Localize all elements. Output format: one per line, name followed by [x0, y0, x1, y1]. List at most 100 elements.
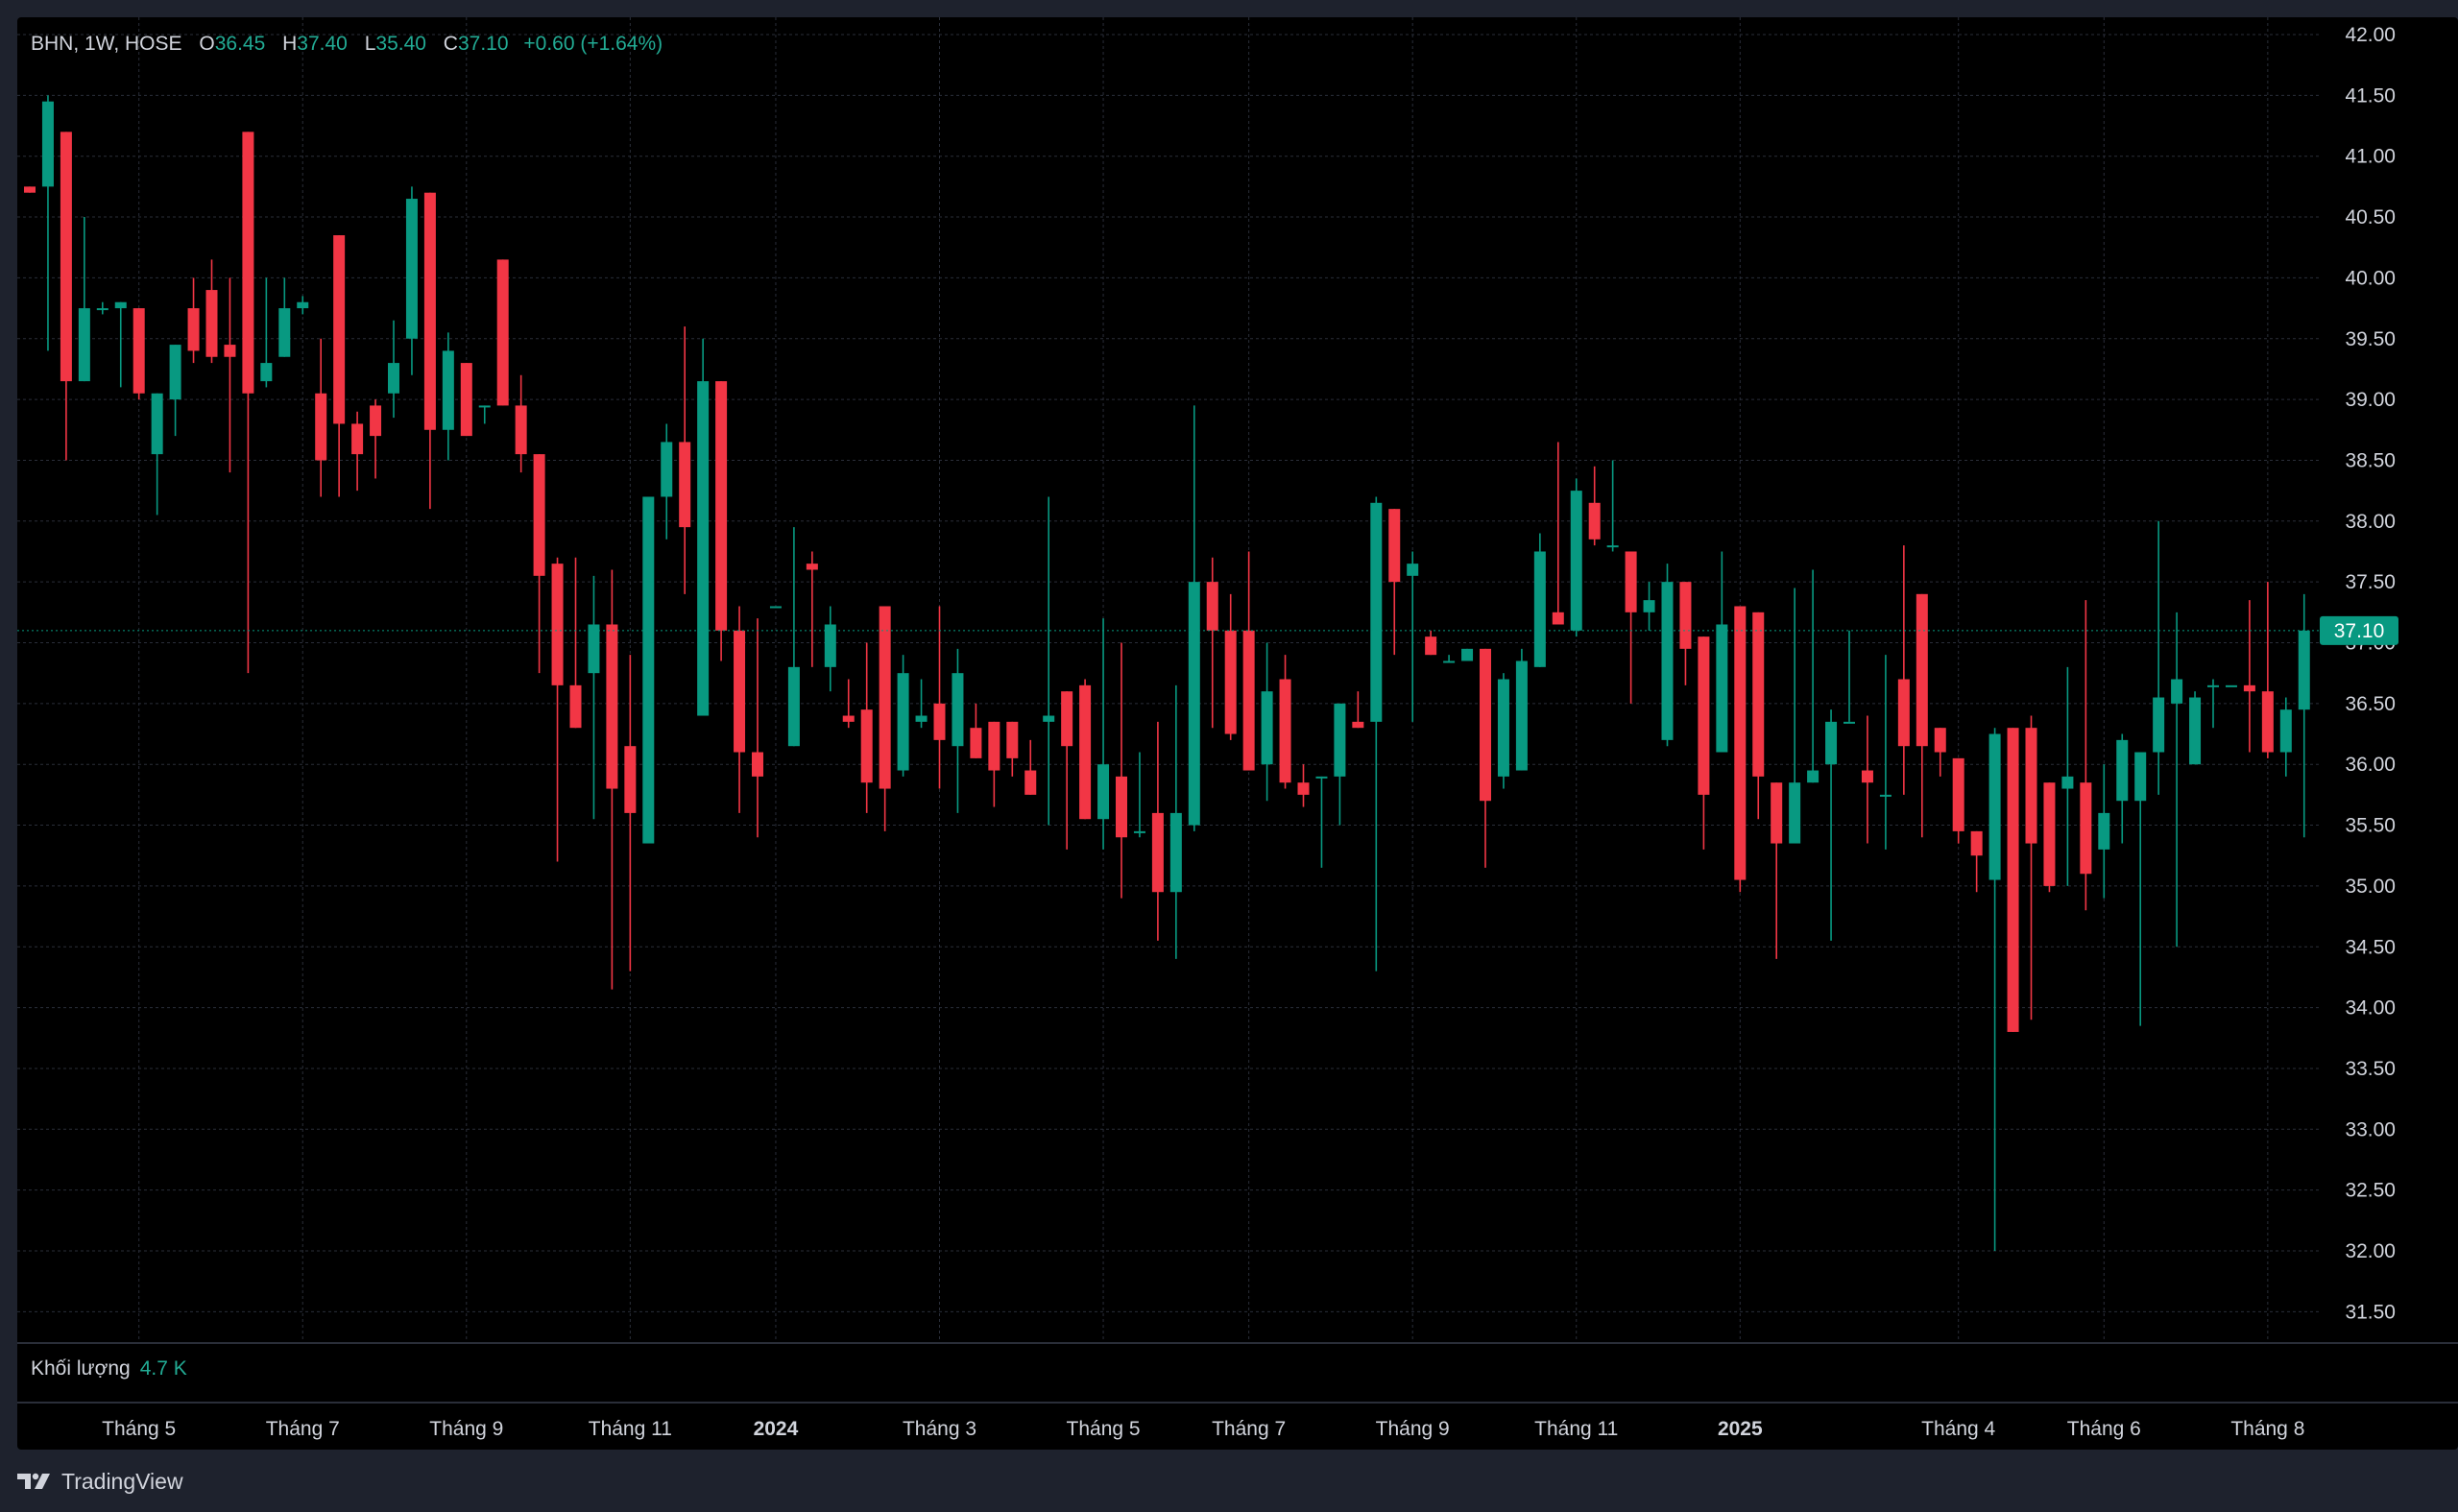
candle-body — [1370, 502, 1383, 722]
x-tick-label: Tháng 3 — [903, 1418, 976, 1440]
x-tick-label: Tháng 7 — [1212, 1418, 1286, 1440]
candle — [478, 405, 491, 424]
candle — [1133, 752, 1145, 838]
candle — [624, 655, 637, 972]
candle — [752, 618, 763, 838]
high-value: 37.40 — [297, 33, 348, 55]
y-tick-label: 39.00 — [2345, 389, 2396, 411]
candle — [860, 642, 873, 813]
candle-body — [442, 350, 454, 430]
candle-body — [1425, 636, 1437, 656]
candle-body — [2207, 684, 2219, 687]
change-value: +0.60 (+1.64%) — [523, 33, 663, 55]
candle — [1261, 642, 1273, 802]
x-tick-label: Tháng 8 — [2230, 1418, 2304, 1440]
candle — [1188, 405, 1200, 831]
candle-body — [1352, 721, 1364, 729]
candle — [1370, 496, 1383, 972]
candle — [2261, 582, 2274, 758]
candle — [642, 496, 655, 844]
candle-body — [2061, 776, 2074, 789]
volume-label: Khối lượng — [31, 1357, 131, 1380]
volume-legend[interactable]: Khối lượng 4.7 K — [31, 1357, 187, 1380]
candle-body — [2279, 709, 2292, 753]
candle-body — [933, 703, 946, 740]
candle-body — [1789, 782, 1801, 844]
candle — [1497, 673, 1509, 789]
candle-body — [2025, 728, 2037, 844]
candle-body — [1606, 545, 1619, 548]
y-tick-label: 33.50 — [2345, 1058, 2396, 1080]
candle-body — [952, 673, 964, 747]
candle-body — [297, 301, 309, 309]
candle-body — [787, 666, 800, 747]
candle — [278, 277, 291, 357]
candle — [315, 338, 327, 497]
candle-body — [860, 709, 873, 783]
candle — [1844, 630, 1855, 724]
candle — [370, 399, 382, 479]
candle-body — [806, 564, 818, 570]
candle — [1570, 478, 1582, 637]
candle-body — [2225, 684, 2237, 687]
candle — [787, 527, 800, 747]
time-axis[interactable]: Tháng 5 Tháng 7 Tháng 9 Tháng 11 2024 Tháng 3… — [102, 1418, 2304, 1440]
candle — [388, 320, 399, 419]
chart-canvas[interactable]: 42.00 41.50 41.00 40.50 40.00 39.50 39.00 38.50… — [17, 17, 2458, 1450]
candle-body — [569, 684, 582, 729]
candle — [1443, 655, 1456, 663]
tradingview-logo-icon — [17, 1472, 54, 1491]
candle-body — [1388, 509, 1401, 583]
open-value: 36.45 — [214, 33, 266, 55]
candle — [96, 301, 108, 315]
candle-body — [1006, 721, 1019, 758]
candle — [423, 192, 436, 510]
y-tick-label: 40.00 — [2345, 267, 2396, 289]
candle-body — [78, 308, 90, 382]
candle — [715, 381, 728, 661]
candle — [260, 277, 273, 388]
candle — [1315, 776, 1328, 868]
candle-body — [1515, 660, 1528, 771]
candle — [533, 454, 545, 674]
candle-body — [1771, 782, 1783, 844]
candle — [41, 95, 54, 351]
candle — [1515, 648, 1528, 771]
candle — [2134, 752, 2147, 1026]
candle-body — [1934, 728, 1946, 753]
candle — [1006, 721, 1019, 777]
candle-body — [1043, 715, 1055, 722]
y-tick-label: 38.00 — [2345, 511, 2396, 533]
tradingview-brand[interactable]: TradingView — [17, 1467, 183, 1496]
candle-body — [1151, 812, 1164, 893]
candle-body — [1297, 782, 1310, 795]
candle-body — [752, 752, 763, 777]
candle-body — [842, 715, 855, 722]
x-tick-label: 2024 — [754, 1418, 799, 1440]
candle-body — [478, 405, 491, 408]
candle — [1970, 830, 1983, 893]
candle-body — [24, 186, 36, 193]
low-value: 35.40 — [375, 33, 426, 55]
candle-body — [769, 606, 782, 609]
symbol-legend[interactable]: BHN, 1W, HOSE O36.45 H37.40 L35.40 C37.1… — [31, 33, 666, 56]
chart-frame[interactable]: 42.00 41.50 41.00 40.50 40.00 39.50 39.00 38.50… — [17, 17, 2458, 1450]
x-tick-label: Tháng 5 — [102, 1418, 176, 1440]
y-tick-label: 40.50 — [2345, 206, 2396, 228]
candle-body — [1698, 636, 1710, 795]
symbol-title[interactable]: BHN, 1W, HOSE — [31, 33, 182, 55]
x-tick-label: Tháng 4 — [1921, 1418, 1995, 1440]
candle — [114, 301, 127, 388]
candle-body — [1061, 691, 1073, 747]
candle — [1224, 593, 1237, 740]
candle-body — [205, 290, 218, 357]
candle-body — [1024, 770, 1037, 795]
candle — [1151, 721, 1164, 941]
x-tick-label: 2025 — [1718, 1418, 1763, 1440]
candle-body — [1807, 770, 1819, 783]
candle — [1352, 691, 1364, 729]
candle-body — [1079, 684, 1092, 820]
candle-body — [1716, 624, 1728, 753]
candle — [1297, 764, 1310, 807]
price-axis[interactable]: 42.00 41.50 41.00 40.50 40.00 39.50 39.00 38.50… — [2345, 24, 2396, 1323]
